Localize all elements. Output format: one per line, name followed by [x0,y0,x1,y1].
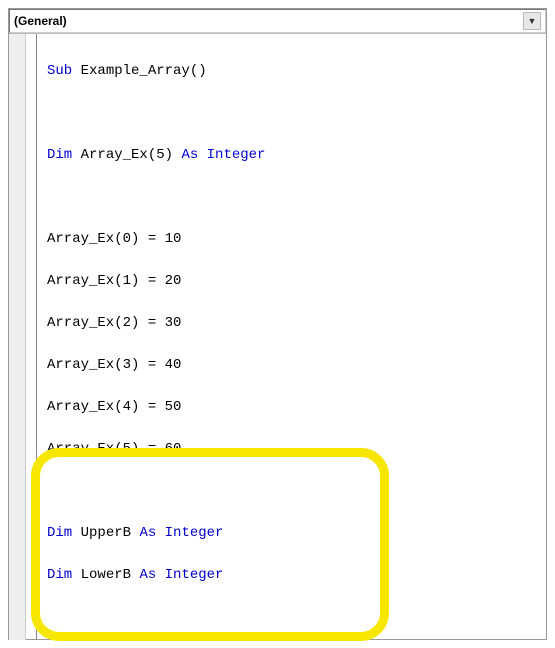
vertical-rule [36,34,37,640]
margin-indicator-bar [9,34,26,640]
code-window: (General) ▼ Sub Example_Array() Dim Arra… [8,8,547,640]
code-editor[interactable]: Sub Example_Array() Dim Array_Ex(5) As I… [47,34,546,640]
code-text: Array_Ex(0) = 10 [47,231,181,247]
code-text: Array_Ex(2) = 30 [47,315,181,331]
keyword-as-integer: As Integer [139,525,223,541]
chevron-down-icon: ▼ [523,12,541,30]
code-text: Array_Ex(5) = 60 [47,441,181,457]
keyword-as-integer: As Integer [181,147,265,163]
code-text: Example_Array() [72,63,206,79]
dropdown-bar: (General) ▼ [9,9,546,34]
keyword-dim: Dim [47,525,72,541]
code-text: Array_Ex(3) = 40 [47,357,181,373]
code-text: UpperB [72,525,139,541]
code-text: Array_Ex(5) [72,147,181,163]
keyword-as-integer: As Integer [139,567,223,583]
keyword-dim: Dim [47,147,72,163]
keyword-dim: Dim [47,567,72,583]
code-text: LowerB [72,567,139,583]
object-dropdown[interactable]: (General) ▼ [9,9,546,33]
keyword-sub: Sub [47,63,72,79]
code-text: Array_Ex(1) = 20 [47,273,181,289]
editor-body: Sub Example_Array() Dim Array_Ex(5) As I… [9,34,546,640]
code-text: Array_Ex(4) = 50 [47,399,181,415]
object-dropdown-label: (General) [14,14,67,28]
